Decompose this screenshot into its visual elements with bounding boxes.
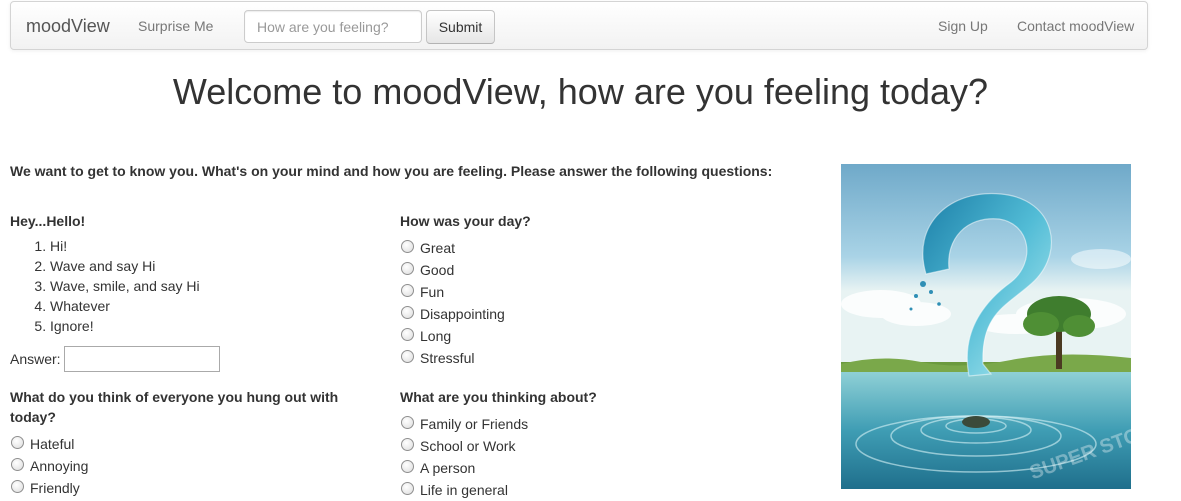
list-item: Hi! (50, 236, 310, 256)
radio-button[interactable] (11, 457, 24, 471)
option-label: Stressful (420, 350, 475, 366)
navbar: moodView Surprise Me Submit Sign Up Cont… (10, 1, 1148, 50)
list-item: Whatever (50, 296, 310, 316)
day-option[interactable]: Good (400, 259, 505, 281)
day-option[interactable]: Disappointing (400, 303, 505, 325)
option-label: Long (420, 328, 452, 344)
question-mark-water-illustration: SUPER STOCK (841, 164, 1131, 489)
answer-input[interactable] (64, 346, 220, 372)
people-option[interactable]: Friendly (10, 477, 88, 499)
question-hello-title: Hey...Hello! (10, 213, 86, 229)
radio-button[interactable] (11, 435, 24, 449)
option-label: Family or Friends (420, 416, 529, 432)
people-radio-group: Hateful Annoying Friendly (10, 433, 88, 499)
list-item: Wave, smile, and say Hi (50, 276, 310, 296)
option-label: Friendly (30, 480, 80, 496)
radio-button[interactable] (401, 437, 414, 451)
people-option[interactable]: Annoying (10, 455, 88, 477)
list-item: Wave and say Hi (50, 256, 310, 276)
option-label: Disappointing (420, 306, 505, 322)
radio-button[interactable] (401, 283, 414, 297)
question-thinking-title: What are you thinking about? (400, 389, 597, 405)
thinking-option[interactable]: A person (400, 457, 528, 479)
radio-button[interactable] (401, 459, 414, 473)
option-label: Life in general (420, 482, 508, 498)
option-label: Hateful (30, 436, 75, 452)
radio-button[interactable] (401, 481, 414, 495)
day-option[interactable]: Stressful (400, 347, 505, 369)
thinking-radio-group: Family or Friends School or Work A perso… (400, 413, 528, 501)
mood-search-input[interactable] (244, 10, 422, 43)
radio-button[interactable] (401, 305, 414, 319)
sign-up-link[interactable]: Sign Up (938, 18, 988, 34)
radio-button[interactable] (401, 327, 414, 341)
surprise-me-link[interactable]: Surprise Me (138, 18, 213, 34)
people-option[interactable]: Hateful (10, 433, 88, 455)
contact-link[interactable]: Contact moodView (1017, 18, 1134, 34)
option-label: School or Work (420, 438, 516, 454)
submit-button[interactable]: Submit (426, 10, 495, 44)
list-item: Ignore! (50, 316, 310, 336)
thinking-option[interactable]: Family or Friends (400, 413, 528, 435)
intro-text: We want to get to know you. What's on yo… (10, 163, 773, 179)
radio-button[interactable] (401, 239, 414, 253)
answer-label: Answer: (10, 351, 61, 367)
question-people-title: What do you think of everyone you hung o… (10, 389, 339, 425)
radio-button[interactable] (401, 415, 414, 429)
radio-button[interactable] (11, 479, 24, 493)
option-label: Good (420, 262, 455, 278)
option-label: Fun (420, 284, 445, 300)
day-radio-group: Great Good Fun Disappointing Long Stress… (400, 237, 505, 369)
option-label: A person (420, 460, 476, 476)
thinking-option[interactable]: Life in general (400, 479, 528, 501)
day-option[interactable]: Fun (400, 281, 505, 303)
option-label: Annoying (30, 458, 89, 474)
option-label: Great (420, 240, 456, 256)
hello-choices-list: Hi! Wave and say Hi Wave, smile, and say… (10, 236, 310, 336)
question-day-title: How was your day? (400, 213, 531, 229)
day-option[interactable]: Great (400, 237, 505, 259)
illustration-svg: SUPER STOCK (841, 164, 1131, 489)
page-title: Welcome to moodView, how are you feeling… (172, 71, 989, 112)
day-option[interactable]: Long (400, 325, 505, 347)
brand-link[interactable]: moodView (26, 16, 110, 37)
radio-button[interactable] (401, 261, 414, 275)
thinking-option[interactable]: School or Work (400, 435, 528, 457)
radio-button[interactable] (401, 349, 414, 363)
